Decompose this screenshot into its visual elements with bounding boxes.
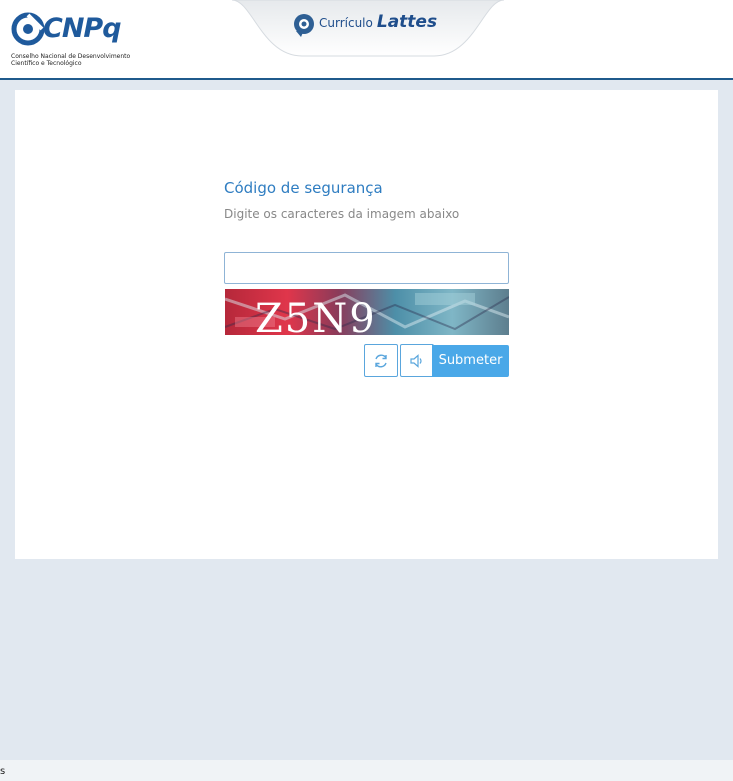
refresh-captcha-button[interactable] <box>364 344 398 377</box>
captcha-characters: Z5N9 <box>255 296 377 335</box>
footer-text: s <box>0 766 6 777</box>
brand-subtitle-line2: Científico e Tecnológico <box>11 60 82 67</box>
audio-captcha-button[interactable] <box>400 344 434 377</box>
captcha-input[interactable] <box>224 252 509 284</box>
brand-subtitle: Conselho Nacional de Desenvolvimento Cie… <box>11 53 130 67</box>
page-title: Código de segurança <box>224 179 383 197</box>
refresh-icon <box>375 354 387 368</box>
cnpq-emblem-icon <box>11 12 45 46</box>
product-title-name: Lattes <box>376 12 438 32</box>
submit-button[interactable]: Submeter <box>432 345 509 377</box>
brand-name: CNPq <box>43 13 122 44</box>
speaker-icon <box>410 354 422 368</box>
instruction-text: Digite os caracteres da imagem abaixo <box>224 207 460 221</box>
captcha-image: Z5N9 <box>225 289 509 335</box>
cnpq-logo[interactable]: CNPq Conselho Nacional de Desenvolviment… <box>10 8 135 70</box>
product-title[interactable]: Currículo Lattes <box>319 12 437 32</box>
footer-bar <box>0 760 733 781</box>
site-header: CNPq Conselho Nacional de Desenvolviment… <box>0 0 733 80</box>
brand-subtitle-line1: Conselho Nacional de Desenvolvimento <box>11 53 131 60</box>
lattes-logo-icon <box>294 14 314 37</box>
product-title-prefix: Currículo <box>319 16 373 30</box>
